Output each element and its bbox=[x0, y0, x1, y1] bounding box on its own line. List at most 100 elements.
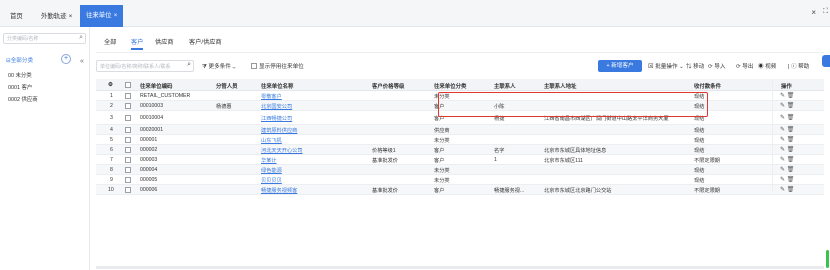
tab-partners[interactable]: 往来单位 × bbox=[80, 5, 124, 27]
row-checkbox[interactable] bbox=[125, 137, 131, 143]
col-address[interactable]: 主联系人地址 bbox=[544, 82, 576, 90]
vertical-scrollbar[interactable] bbox=[824, 240, 830, 270]
delete-icon[interactable]: 🗑 bbox=[787, 187, 795, 193]
edit-icon[interactable]: ✎ bbox=[780, 93, 785, 99]
table-row[interactable]: 6 000002 河北天天开心公司 价格等级1 客户 名字 北京市东城区具体地址… bbox=[96, 145, 824, 155]
row-ops: ✎ 🗑 bbox=[780, 166, 794, 173]
move-label: 移动 bbox=[693, 64, 705, 70]
row-name-link[interactable]: 贝贝贝贝 bbox=[261, 177, 282, 184]
col-code[interactable]: 往来单位编码 bbox=[140, 82, 172, 90]
row-checkbox[interactable] bbox=[125, 157, 131, 163]
maximize-icon[interactable]: ⛶ bbox=[823, 8, 828, 16]
row-checkbox[interactable] bbox=[125, 93, 131, 99]
row-checkbox[interactable] bbox=[125, 177, 131, 183]
import-label: 导入 bbox=[714, 64, 726, 70]
close-icon[interactable]: × bbox=[114, 12, 118, 19]
category-item[interactable]: 0001 客户 bbox=[8, 83, 32, 91]
subtab-customer[interactable]: 客户 bbox=[131, 37, 144, 50]
export-label: 导出 bbox=[742, 64, 754, 70]
row-name-link[interactable]: 畅捷服务视频客 bbox=[261, 187, 297, 194]
row-name-link[interactable]: 江西畅捷公司 bbox=[261, 115, 292, 122]
edit-icon[interactable]: ✎ bbox=[780, 137, 785, 143]
edit-icon[interactable]: ✎ bbox=[780, 167, 785, 173]
show-disabled-checkbox[interactable]: 显示停用往来单位 bbox=[251, 62, 304, 70]
video-button[interactable]: ◉ 视频 bbox=[758, 62, 776, 70]
tab-home[interactable]: 首页 bbox=[4, 6, 29, 27]
category-search-input[interactable]: 分类编码/名称 ⌕ bbox=[3, 33, 86, 44]
move-button[interactable]: ⇅ 移动 bbox=[686, 62, 704, 70]
import-button[interactable]: ⟳ 导入 bbox=[708, 62, 725, 70]
edit-icon[interactable]: ✎ bbox=[780, 187, 785, 193]
tab-field-trace[interactable]: 外勤轨迹 × bbox=[35, 6, 78, 27]
table-row[interactable]: 5 000001 山东飞机 未分类 现结 ✎ 🗑 bbox=[96, 135, 824, 145]
row-name-link[interactable]: 零散客户 bbox=[261, 93, 282, 100]
select-all-checkbox[interactable] bbox=[125, 82, 131, 88]
row-checkbox[interactable] bbox=[125, 115, 131, 121]
scrollbar-thumb[interactable] bbox=[826, 250, 829, 268]
subtab-customer-supplier[interactable]: 客户/供应商 bbox=[189, 37, 222, 46]
edit-icon[interactable]: ✎ bbox=[780, 115, 785, 121]
delete-icon[interactable]: 🗑 bbox=[787, 137, 795, 143]
row-checkbox[interactable] bbox=[125, 187, 131, 193]
help-button[interactable]: | ⓘ 帮助 bbox=[788, 62, 809, 70]
col-contact[interactable]: 主联系人 bbox=[494, 82, 516, 90]
delete-icon[interactable]: 🗑 bbox=[787, 147, 795, 153]
row-checkbox[interactable] bbox=[125, 167, 131, 173]
search-icon[interactable]: ⌕ bbox=[187, 61, 191, 69]
row-name-link[interactable]: 山东飞机 bbox=[261, 137, 282, 144]
row-checkbox[interactable] bbox=[125, 103, 131, 109]
edit-icon[interactable]: ✎ bbox=[780, 177, 785, 183]
delete-icon[interactable]: 🗑 bbox=[787, 167, 795, 173]
table-row[interactable]: 4 00020001 建筑原料供应商 供应商 现结 ✎ 🗑 bbox=[96, 125, 824, 135]
delete-icon[interactable]: 🗑 bbox=[787, 115, 795, 121]
col-category[interactable]: 往来单位分类 bbox=[434, 82, 466, 90]
window-close-icon[interactable]: × bbox=[811, 8, 816, 17]
row-name-link[interactable]: 建筑原料供应商 bbox=[261, 127, 297, 134]
table-row[interactable]: 9 000005 贝贝贝贝 未分类 现结 ✎ 🗑 bbox=[96, 175, 824, 185]
delete-icon[interactable]: 🗑 bbox=[787, 157, 795, 163]
delete-icon[interactable]: 🗑 bbox=[787, 127, 795, 133]
row-name-link[interactable]: 华某计 bbox=[261, 157, 277, 164]
close-icon[interactable]: × bbox=[69, 13, 73, 20]
batch-action-button[interactable]: ⊠ 批量操作 ⌄ bbox=[648, 62, 684, 70]
row-name-link[interactable]: 绿色能源 bbox=[261, 167, 282, 174]
col-price-level[interactable]: 客户价格等级 bbox=[372, 82, 404, 90]
add-category-button[interactable]: + bbox=[61, 54, 71, 64]
horizontal-scrollbar[interactable] bbox=[96, 266, 824, 269]
row-checkbox[interactable] bbox=[125, 147, 131, 153]
row-name-link[interactable]: 北京国安公司 bbox=[261, 103, 292, 110]
subtab-all[interactable]: 全部 bbox=[104, 37, 116, 46]
edit-icon[interactable]: ✎ bbox=[780, 103, 785, 109]
category-item[interactable]: 00 未分类 bbox=[8, 71, 32, 79]
edit-icon[interactable]: ✎ bbox=[780, 157, 785, 163]
delete-icon[interactable]: 🗑 bbox=[787, 177, 795, 183]
search-icon[interactable]: ⌕ bbox=[79, 34, 83, 42]
category-all[interactable]: ⊟全部分类 bbox=[6, 56, 33, 64]
category-item[interactable]: 0002 供应商 bbox=[8, 95, 38, 103]
row-checkbox[interactable] bbox=[125, 127, 131, 133]
edit-icon[interactable]: ✎ bbox=[780, 147, 785, 153]
table-row[interactable]: 8 000004 绿色能源 未分类 现结 ✎ 🗑 bbox=[96, 165, 824, 175]
table-row[interactable]: 10 000006 畅捷服务视频客 基准批发价 客户 畅捷服务视... 北京市东… bbox=[96, 185, 824, 195]
row-address: 北京市东城区具体地址信息 bbox=[544, 148, 607, 154]
unit-search-input[interactable]: 单位编码/名称/简称/联系人/联系 ⌕ bbox=[96, 60, 194, 72]
row-no: 7 bbox=[110, 157, 113, 163]
delete-icon[interactable]: 🗑 bbox=[787, 103, 795, 109]
col-name[interactable]: 往来单位名称 bbox=[261, 82, 293, 90]
row-ops: ✎ 🗑 bbox=[780, 136, 794, 143]
delete-icon[interactable]: 🗑 bbox=[787, 93, 795, 99]
row-name-link[interactable]: 河北天天开心公司 bbox=[261, 147, 303, 154]
more-conditions-dropdown[interactable]: ⧩ 更多条件 ⌄ bbox=[202, 62, 236, 71]
subtab-supplier[interactable]: 供应商 bbox=[155, 37, 174, 46]
row-no: 3 bbox=[110, 115, 113, 121]
settings-icon[interactable]: ⚙ bbox=[108, 82, 113, 88]
export-button[interactable]: ⟳ 导出 bbox=[736, 62, 753, 70]
col-manager[interactable]: 分管人员 bbox=[216, 82, 238, 90]
floating-helper-icon[interactable] bbox=[822, 55, 830, 67]
new-customer-button[interactable]: + 新增客户 bbox=[598, 60, 642, 72]
checkbox-box[interactable] bbox=[251, 63, 257, 69]
collapse-panel-icon[interactable]: « bbox=[80, 58, 84, 65]
edit-icon[interactable]: ✎ bbox=[780, 127, 785, 133]
col-payment[interactable]: 收付款条件 bbox=[694, 82, 721, 90]
table-row[interactable]: 7 000003 华某计 基准批发价 客户 1 北京市东城区111 不限定限期 … bbox=[96, 155, 824, 165]
